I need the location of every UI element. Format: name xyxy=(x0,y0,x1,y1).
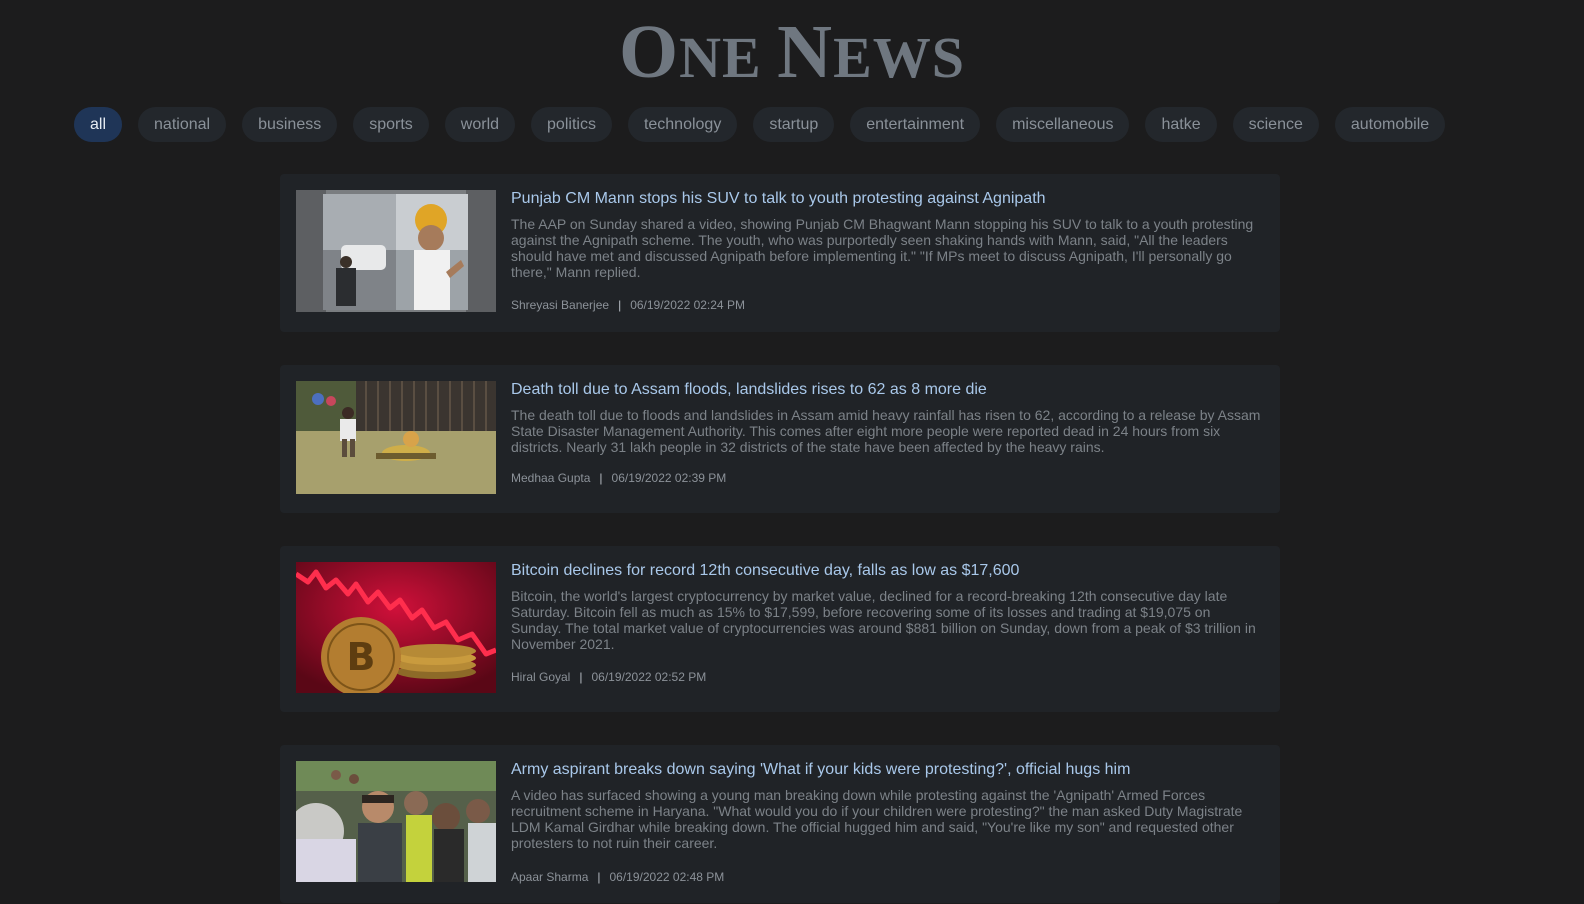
category-chip-miscellaneous[interactable]: miscellaneous xyxy=(996,107,1130,142)
news-title[interactable]: Punjab CM Mann stops his SUV to talk to … xyxy=(511,188,1264,210)
news-title[interactable]: Army aspirant breaks down saying 'What i… xyxy=(511,759,1264,781)
news-thumbnail[interactable] xyxy=(296,381,496,494)
news-meta: Shreyasi Banerjee | 06/19/2022 02:24 PM xyxy=(511,298,745,312)
category-chip-technology[interactable]: technology xyxy=(627,107,738,142)
logo-letter: N xyxy=(777,10,834,94)
news-author: Hiral Goyal xyxy=(511,670,571,684)
news-date: 06/19/2022 02:24 PM xyxy=(630,298,745,312)
category-chip-sports[interactable]: sports xyxy=(353,107,429,142)
news-title[interactable]: Death toll due to Assam floods, landslid… xyxy=(511,379,1264,401)
news-thumbnail[interactable] xyxy=(296,761,496,882)
category-chip-politics[interactable]: politics xyxy=(531,107,612,142)
site-logo[interactable]: ONE NEWS xyxy=(0,14,1584,90)
news-card[interactable]: Death toll due to Assam floods, landslid… xyxy=(280,365,1280,513)
meta-separator: | xyxy=(579,670,583,684)
news-description: The death toll due to floods and landsli… xyxy=(511,407,1261,455)
logo-text: EWS xyxy=(833,25,966,90)
logo-letter: O xyxy=(618,10,680,94)
news-meta: Medhaa Gupta | 06/19/2022 02:39 PM xyxy=(511,471,726,485)
news-meta: Hiral Goyal | 06/19/2022 02:52 PM xyxy=(511,670,706,684)
category-chip-hatke[interactable]: hatke xyxy=(1145,107,1217,142)
category-chip-all[interactable]: all xyxy=(74,107,123,142)
news-author: Apaar Sharma xyxy=(511,870,589,884)
news-card[interactable]: Punjab CM Mann stops his SUV to talk to … xyxy=(280,174,1280,332)
category-chip-science[interactable]: science xyxy=(1232,107,1319,142)
news-date: 06/19/2022 02:52 PM xyxy=(591,670,707,684)
news-description: A video has surfaced showing a young man… xyxy=(511,787,1243,851)
meta-separator: | xyxy=(597,870,601,884)
meta-separator: | xyxy=(618,298,622,312)
news-description: Bitcoin, the world's largest cryptocurre… xyxy=(511,588,1256,652)
news-thumbnail[interactable] xyxy=(296,190,496,312)
svg-text:B: B xyxy=(347,635,376,679)
category-chip-startup[interactable]: startup xyxy=(753,107,835,142)
category-chip-business[interactable]: business xyxy=(242,107,338,142)
meta-separator: | xyxy=(599,471,603,485)
news-author: Medhaa Gupta xyxy=(511,471,591,485)
news-card[interactable]: B Bitcoin declines for record 12th conse… xyxy=(280,546,1280,712)
news-date: 06/19/2022 02:48 PM xyxy=(609,870,725,884)
news-date: 06/19/2022 02:39 PM xyxy=(611,471,727,485)
category-chip-entertainment[interactable]: entertainment xyxy=(850,107,981,142)
news-title[interactable]: Bitcoin declines for record 12th consecu… xyxy=(511,560,1264,582)
news-author: Shreyasi Banerjee xyxy=(511,298,610,312)
category-chip-national[interactable]: national xyxy=(138,107,227,142)
news-card-body: Death toll due to Assam floods, landslid… xyxy=(511,379,1264,455)
news-card-body: Army aspirant breaks down saying 'What i… xyxy=(511,759,1264,851)
news-card-body: Punjab CM Mann stops his SUV to talk to … xyxy=(511,188,1264,280)
news-card[interactable]: Army aspirant breaks down saying 'What i… xyxy=(280,745,1280,903)
news-meta: Apaar Sharma | 06/19/2022 02:48 PM xyxy=(511,870,724,884)
news-card-body: Bitcoin declines for record 12th consecu… xyxy=(511,560,1264,652)
logo-text: NE xyxy=(679,25,778,90)
news-thumbnail[interactable]: B xyxy=(296,562,496,693)
news-description: The AAP on Sunday shared a video, showin… xyxy=(511,216,1254,280)
category-chip-world[interactable]: world xyxy=(444,107,516,142)
news-page: ONE NEWS all national business sports wo… xyxy=(0,0,1584,904)
category-chip-automobile[interactable]: automobile xyxy=(1334,107,1446,142)
category-nav: all national business sports world polit… xyxy=(74,107,1446,142)
